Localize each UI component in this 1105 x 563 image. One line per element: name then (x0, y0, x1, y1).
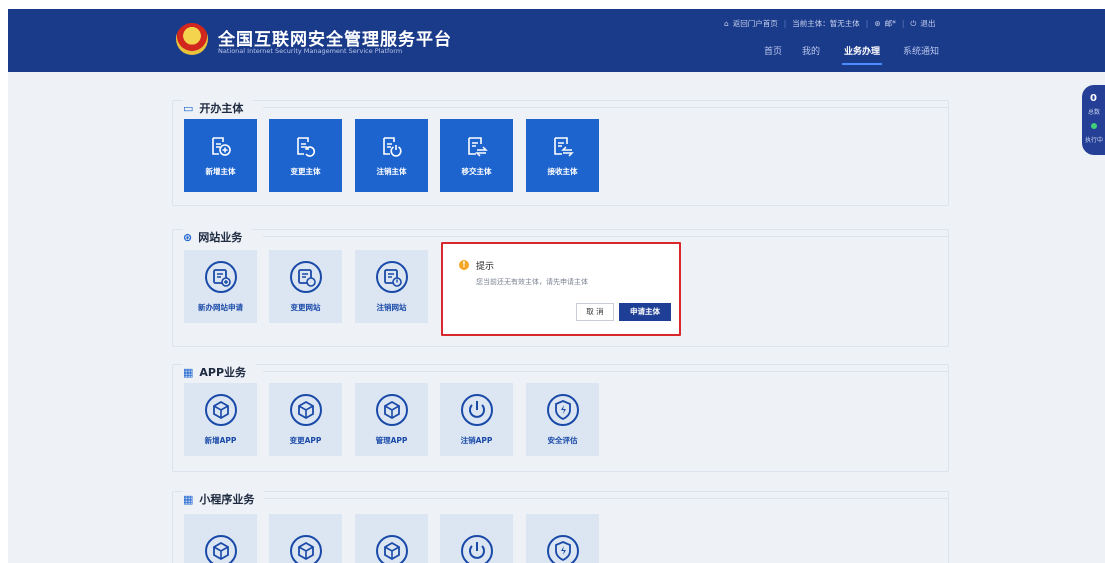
tile-label: 变更主体 (290, 167, 321, 176)
tile-label: 注销网站 (376, 303, 407, 312)
tile-label: 接收主体 (547, 167, 578, 176)
tile-add-entity[interactable]: 新增主体 (184, 119, 257, 192)
website-power-icon (375, 261, 408, 293)
app-cube-icon (375, 394, 408, 426)
status-dot-icon (1091, 123, 1097, 129)
cancel-button[interactable]: 取 消 (576, 303, 614, 321)
tile-receive-entity[interactable]: 接收主体 (526, 119, 599, 192)
tile-label: 移交主体 (461, 167, 492, 176)
section-divider (263, 107, 948, 108)
document-receive-icon (553, 137, 574, 157)
document-add-icon (211, 137, 231, 156)
grid-icon: ▦ (183, 365, 194, 379)
nav-home[interactable]: 首页 (764, 44, 782, 57)
notice-dialog: ! 提示 您当前还无有效主体，请先申请主体 取 消 申请主体 (441, 242, 681, 336)
globe-icon: ⊛ (183, 230, 193, 244)
divider: | (783, 19, 787, 28)
tile-security-assessment[interactable]: 安全评估 (526, 383, 599, 456)
tile-cancel-entity[interactable]: 注销主体 (355, 119, 428, 192)
logout-link[interactable]: 退出 (920, 18, 935, 29)
tile-label: 变更网站 (290, 303, 321, 312)
portal-home-link[interactable]: 返回门户首页 (733, 18, 778, 29)
website-edit-icon (289, 261, 322, 293)
shield-bolt-icon (546, 394, 579, 426)
tile-label: 新增APP (204, 436, 237, 445)
section-title: ▦ APP业务 (183, 364, 257, 380)
tile-mp-4[interactable] (440, 514, 513, 563)
nav-mine[interactable]: 我的 (802, 44, 820, 57)
site-header: 全国互联网安全管理服务平台 National Internet Security… (8, 9, 1105, 72)
tile-label: 新办网站申请 (198, 303, 243, 312)
power-icon: ⏻ (910, 18, 917, 28)
power-icon (460, 534, 493, 563)
task-exec-label: 执行中 (1085, 137, 1104, 144)
tile-mp-5[interactable] (526, 514, 599, 563)
section-divider (263, 371, 948, 372)
power-icon (460, 394, 493, 426)
tile-manage-app[interactable]: 管理APP (355, 383, 428, 456)
tile-label: 管理APP (375, 436, 408, 445)
document-power-icon (382, 137, 402, 157)
nav-notifications[interactable]: 系统通知 (903, 44, 939, 57)
section-title-text: 开办主体 (199, 102, 244, 115)
app-cube-icon (375, 534, 408, 563)
apply-entity-button[interactable]: 申请主体 (619, 303, 671, 321)
dialog-message: 您当前还无有效主体，请先申请主体 (476, 278, 588, 286)
nav-business[interactable]: 业务办理 (841, 44, 883, 65)
tile-change-entity[interactable]: 变更主体 (269, 119, 342, 192)
tile-change-app[interactable]: 变更APP (269, 383, 342, 456)
tile-cancel-website[interactable]: 注销网站 (355, 250, 428, 323)
section-title: ▭ 开办主体 (183, 100, 254, 116)
dialog-title: 提示 (476, 262, 495, 272)
section-title-text: 小程序业务 (199, 493, 255, 506)
site-subtitle: National Internet Security Management Se… (218, 47, 403, 55)
section-title: ⊛ 网站业务 (183, 229, 253, 245)
task-total-label: 总数 (1088, 109, 1101, 116)
section-title-text: 网站业务 (198, 231, 243, 244)
grid-icon: ▦ (183, 492, 194, 506)
app-cube-icon (204, 534, 237, 563)
document-edit-icon (296, 137, 315, 157)
tile-new-app[interactable]: 新增APP (184, 383, 257, 456)
user-icon: ⊛ (874, 19, 881, 28)
app-cube-icon (204, 394, 237, 426)
police-emblem-icon (176, 23, 208, 55)
tile-transfer-entity[interactable]: 移交主体 (440, 119, 513, 192)
current-entity-text: 当前主体：暂无主体 (792, 19, 860, 28)
tile-new-website[interactable]: 新办网站申请 (184, 250, 257, 323)
top-utility-bar: ⌂ 返回门户首页 | 当前主体：暂无主体 | ⊛ 邮* | ⏻ 退出 (724, 18, 935, 29)
tile-mp-3[interactable] (355, 514, 428, 563)
tile-label: 新增主体 (205, 167, 236, 176)
section-divider (263, 236, 948, 237)
user-name[interactable]: 邮* (885, 18, 896, 29)
shield-bolt-icon (546, 534, 579, 563)
section-miniprogram: ▦ 小程序业务 (172, 491, 949, 563)
warning-icon: ! (459, 260, 469, 270)
tile-change-website[interactable]: 变更网站 (269, 250, 342, 323)
document-transfer-icon (467, 137, 488, 157)
task-counter-widget[interactable]: 0 总数 执行中 (1082, 85, 1105, 155)
section-entity: ▭ 开办主体 新增主体 变更主体 注销主体 移交主体 接收主体 (172, 100, 949, 206)
tile-label: 安全评估 (547, 436, 578, 445)
app-cube-icon (289, 534, 322, 563)
section-title: ▦ 小程序业务 (183, 491, 265, 507)
section-app: ▦ APP业务 新增APP 变更APP 管理APP 注销APP 安全评估 (172, 364, 949, 472)
section-title-text: APP业务 (199, 366, 247, 379)
tile-label: 变更APP (289, 436, 322, 445)
divider: | (865, 19, 869, 28)
divider: | (901, 19, 905, 28)
website-add-icon (204, 261, 237, 293)
tile-mp-2[interactable] (269, 514, 342, 563)
tile-mp-1[interactable] (184, 514, 257, 563)
tile-cancel-app[interactable]: 注销APP (440, 383, 513, 456)
task-count: 0 (1090, 93, 1097, 104)
tile-label: 注销APP (460, 436, 493, 445)
section-divider (263, 498, 948, 499)
app-cube-icon (289, 394, 322, 426)
monitor-icon: ▭ (183, 101, 194, 115)
home-icon: ⌂ (724, 19, 729, 28)
tile-label: 注销主体 (376, 167, 407, 176)
